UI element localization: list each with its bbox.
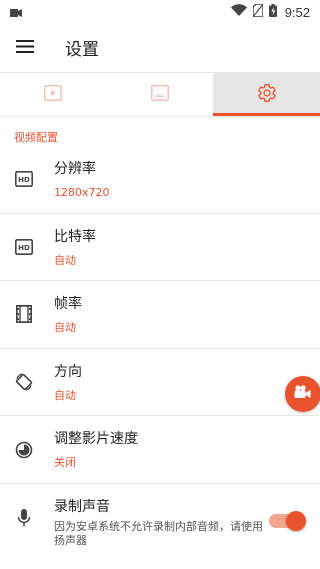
setting-title: 比特率 [54, 228, 96, 245]
setting-bitrate[interactable]: HD 比特率 自动 [0, 214, 320, 282]
battery-icon [268, 3, 277, 21]
app-bar: 设置 [0, 24, 320, 70]
status-time: 9:52 [284, 4, 310, 20]
svg-text:HD: HD [18, 176, 30, 184]
hd-icon: HD [13, 236, 35, 258]
setting-value: 自动 [54, 253, 76, 267]
tab-bar-shadow [0, 116, 320, 118]
rotate-screen-icon [13, 371, 35, 393]
speed-icon [13, 439, 35, 461]
setting-title: 分辨率 [54, 161, 96, 177]
setting-value: 1280x720 [54, 186, 110, 199]
video-play-icon [44, 84, 63, 105]
tab-videos[interactable] [0, 73, 107, 116]
setting-description: 因为安卓系统不允许录制内部音频，请使用扬声器 [54, 519, 263, 547]
no-sim-icon [251, 2, 264, 21]
video-camera-icon [293, 384, 313, 404]
sim-icon [10, 3, 22, 22]
hamburger-menu-icon [16, 38, 34, 57]
hd-icon: HD [13, 168, 35, 190]
tab-settings[interactable] [213, 73, 320, 116]
gear-icon [257, 83, 277, 107]
setting-value: 关闭 [54, 456, 76, 470]
section-header: 视频配置 [14, 131, 58, 144]
microphone-icon [13, 507, 35, 529]
setting-framerate[interactable]: 帧率 自动 [0, 281, 320, 349]
tab-bar [0, 72, 320, 116]
hamburger-menu-button[interactable] [1, 24, 49, 70]
status-bar: 9:52 [0, 0, 320, 24]
setting-title: 调整影片速度 [54, 431, 138, 448]
setting-title: 录制声音 [54, 498, 110, 515]
svg-text:HD: HD [18, 244, 30, 252]
image-icon [151, 84, 169, 105]
setting-playback-speed[interactable]: 调整影片速度 关闭 [0, 416, 320, 484]
tab-images[interactable] [106, 73, 214, 116]
setting-value: 自动 [54, 388, 76, 402]
setting-orientation[interactable]: 方向 自动 [0, 349, 320, 417]
record-fab-button[interactable] [285, 376, 320, 412]
setting-value: 自动 [54, 321, 76, 335]
setting-record-audio[interactable]: 录制声音 因为安卓系统不允许录制内部音频，请使用扬声器 [0, 484, 320, 552]
setting-title: 帧率 [54, 296, 82, 313]
setting-resolution[interactable]: HD 分辨率 1280x720 [0, 146, 320, 214]
record-audio-toggle[interactable] [269, 510, 306, 531]
wifi-icon [230, 4, 247, 20]
toggle-knob [286, 510, 306, 531]
film-icon [13, 303, 35, 325]
page-title: 设置 [65, 39, 99, 60]
setting-title: 方向 [54, 363, 82, 380]
settings-list: HD 分辨率 1280x720 HD 比特率 自动 帧率 自动 方向 自动 调整… [0, 146, 320, 552]
